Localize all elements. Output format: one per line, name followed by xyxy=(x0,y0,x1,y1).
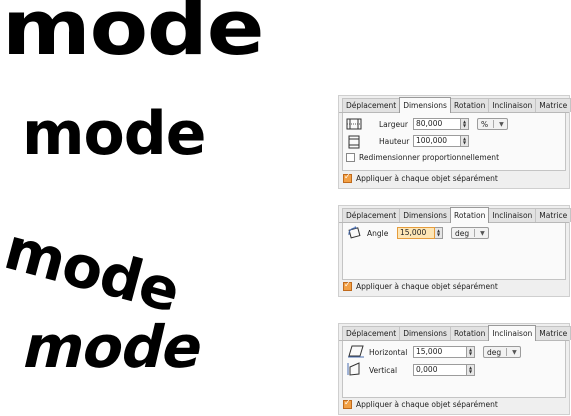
transform-panel-dimensions: Déplacement Dimensions Rotation Inclinai… xyxy=(338,95,571,189)
horizontal-label: Horizontal xyxy=(369,347,408,357)
apply-each-checkbox[interactable] xyxy=(343,398,352,409)
dimensions-icon xyxy=(346,116,362,134)
chevron-down-icon: ▼ xyxy=(480,229,485,237)
horizontal-spinbox[interactable]: 15,000 ▲ ▼ xyxy=(413,346,475,358)
tab-content: Horizontal 15,000 ▲ ▼ deg ▼ Vertical 0,00… xyxy=(342,341,566,398)
tab-matrice[interactable]: Matrice xyxy=(535,326,571,340)
apply-each-checkbox[interactable] xyxy=(343,172,352,183)
unit-value: deg xyxy=(455,228,470,238)
proportional-label: Redimensionner proportionnellement xyxy=(359,153,500,162)
unit-select[interactable]: deg ▼ xyxy=(451,227,489,239)
tab-dimensions[interactable]: Dimensions xyxy=(399,326,451,340)
apply-each-label: Appliquer à chaque objet séparément xyxy=(356,174,498,183)
tab-deplacement[interactable]: Déplacement xyxy=(342,98,401,112)
tab-bar: Déplacement Dimensions Rotation Inclinai… xyxy=(339,96,571,113)
angle-label: Angle xyxy=(367,228,389,238)
horizontal-field[interactable]: 15,000 xyxy=(413,346,467,358)
horizontal-stepper[interactable]: ▲ ▼ xyxy=(467,346,475,358)
transform-panel-skew: Déplacement Dimensions Rotation Inclinai… xyxy=(338,323,571,415)
tab-dimensions[interactable]: Dimensions xyxy=(399,208,451,222)
width-field[interactable]: 80,000 xyxy=(413,118,461,130)
chevron-down-icon: ▼ xyxy=(512,348,517,356)
chevron-down-icon: ▼ xyxy=(499,120,504,128)
vertical-spinbox[interactable]: 0,000 ▲ ▼ xyxy=(413,364,475,376)
skew-vertical-icon xyxy=(347,362,363,378)
tab-dimensions[interactable]: Dimensions xyxy=(399,97,451,113)
tab-bar: Déplacement Dimensions Rotation Inclinai… xyxy=(339,206,571,223)
angle-field[interactable]: 15,000 xyxy=(397,227,435,239)
unit-value: % xyxy=(481,119,489,129)
vertical-label: Vertical xyxy=(369,365,398,375)
tab-content: Largeur 80,000 ▲ ▼ % ▼ Hauteur 100,000 ▲ ▼… xyxy=(342,113,566,171)
angle-spinbox[interactable]: 15,000 ▲ ▼ xyxy=(397,227,443,239)
sample-word-resized: mode xyxy=(22,99,206,169)
width-stepper[interactable]: ▲ ▼ xyxy=(461,118,469,130)
unit-select[interactable]: % ▼ xyxy=(477,118,508,130)
tab-inclinaison[interactable]: Inclinaison xyxy=(488,208,537,222)
vertical-field[interactable]: 0,000 xyxy=(413,364,467,376)
proportional-checkbox[interactable] xyxy=(346,153,355,162)
tab-rotation[interactable]: Rotation xyxy=(449,98,490,112)
tab-deplacement[interactable]: Déplacement xyxy=(342,326,401,340)
vertical-stepper[interactable]: ▲ ▼ xyxy=(467,364,475,376)
apply-each-checkbox[interactable] xyxy=(343,280,352,291)
angle-stepper[interactable]: ▲ ▼ xyxy=(435,227,443,239)
tab-rotation[interactable]: Rotation xyxy=(449,326,490,340)
sample-word-original: mode xyxy=(2,0,264,72)
tab-inclinaison[interactable]: Inclinaison xyxy=(488,325,537,341)
sample-word-skewed: mode xyxy=(16,313,210,381)
height-field[interactable]: 100,000 xyxy=(413,135,461,147)
unit-value: deg xyxy=(487,347,502,357)
tab-bar: Déplacement Dimensions Rotation Inclinai… xyxy=(339,324,571,341)
height-icon xyxy=(347,135,361,151)
transform-panel-rotation: Déplacement Dimensions Rotation Inclinai… xyxy=(338,205,571,297)
unit-select[interactable]: deg ▼ xyxy=(483,346,521,358)
skew-horizontal-icon xyxy=(347,344,365,360)
width-label: Largeur xyxy=(379,119,408,129)
sample-word-rotated: mode xyxy=(0,214,187,326)
tab-deplacement[interactable]: Déplacement xyxy=(342,208,401,222)
apply-each-label: Appliquer à chaque objet séparément xyxy=(356,282,498,291)
width-spinbox[interactable]: 80,000 ▲ ▼ xyxy=(413,118,469,130)
tab-inclinaison[interactable]: Inclinaison xyxy=(488,98,537,112)
tab-matrice[interactable]: Matrice xyxy=(535,208,571,222)
rotate-icon xyxy=(347,226,363,242)
tab-content: Angle 15,000 ▲ ▼ deg ▼ xyxy=(342,223,566,280)
height-label: Hauteur xyxy=(379,136,410,146)
tab-rotation[interactable]: Rotation xyxy=(449,207,490,223)
apply-each-label: Appliquer à chaque objet séparément xyxy=(356,400,498,409)
height-spinbox[interactable]: 100,000 ▲ ▼ xyxy=(413,135,469,147)
tab-matrice[interactable]: Matrice xyxy=(535,98,571,112)
height-stepper[interactable]: ▲ ▼ xyxy=(461,135,469,147)
